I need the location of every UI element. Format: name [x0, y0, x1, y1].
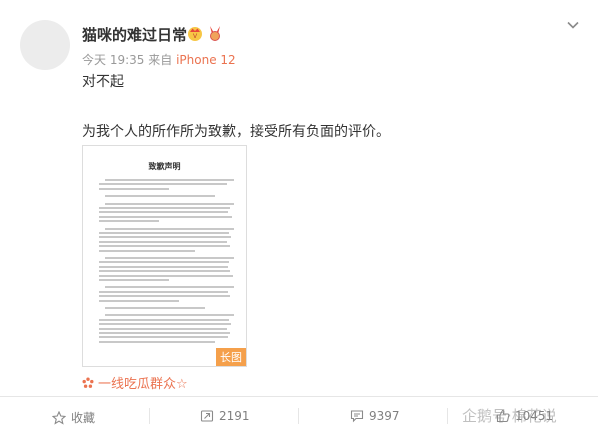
comment-count: 9397 [369, 409, 400, 423]
chevron-down-icon[interactable] [566, 18, 580, 32]
doc-text-line [99, 232, 229, 234]
doc-text-line [99, 336, 228, 339]
doc-text-line [105, 286, 234, 289]
post-image-thumbnail[interactable]: 致歉声明 长图 [82, 145, 247, 367]
doc-text-line [99, 245, 230, 248]
doc-text-line [99, 340, 215, 343]
post-source[interactable]: iPhone 12 [176, 53, 236, 67]
repost-button[interactable]: 2191 [200, 409, 250, 423]
repost-icon [200, 410, 214, 422]
doc-text-line [99, 240, 227, 243]
doc-text-line [99, 279, 169, 281]
action-separator [298, 408, 299, 424]
doc-text-line [99, 332, 230, 334]
doc-text-line [99, 265, 228, 268]
doc-text-line [99, 327, 227, 330]
doc-text-line [99, 290, 228, 293]
favorite-label: 收藏 [71, 411, 96, 425]
repost-count: 2191 [219, 409, 250, 423]
comment-button[interactable]: 9397 [350, 409, 400, 423]
comment-icon [350, 410, 364, 423]
doc-text-line [99, 236, 231, 239]
doc-text-line [99, 323, 231, 326]
favorite-button[interactable]: 收藏 [51, 409, 96, 426]
doc-text-line [99, 187, 169, 190]
medal-icon[interactable] [206, 24, 224, 42]
vip-crown-icon[interactable]: V [186, 24, 204, 42]
watermark: 企鹅号·棉花说 [462, 407, 557, 425]
username[interactable]: 猫咪的难过日常 [82, 24, 187, 45]
doc-text-line [99, 215, 232, 218]
post-text-line2: 为我个人的所作所为致歉，接受所有负面的评价。 [82, 124, 390, 140]
super-topic-icon [82, 377, 94, 388]
post-text-line1: 对不起 [82, 74, 124, 90]
doc-text-line [99, 220, 159, 223]
post-time[interactable]: 今天 19:35 [82, 53, 144, 67]
doc-text-line [105, 179, 234, 181]
star-icon [51, 410, 67, 425]
doc-text-line [99, 211, 228, 214]
doc-text-line [99, 207, 230, 209]
doc-text-line [99, 318, 229, 321]
topic-label: 一线吃瓜群众☆ [98, 377, 188, 392]
action-bar-divider [0, 396, 598, 397]
doc-text-line [105, 202, 234, 205]
doc-text-line [105, 307, 205, 309]
doc-text-line [105, 257, 234, 259]
doc-text-line [105, 314, 234, 317]
doc-text-line [99, 295, 230, 298]
doc-text-line [105, 195, 215, 198]
source-prefix: 来自 [148, 53, 173, 67]
doc-text-line [99, 249, 195, 252]
action-separator [149, 408, 150, 424]
doc-text-line [99, 299, 179, 302]
doc-text-line [99, 274, 233, 277]
avatar[interactable] [20, 20, 70, 70]
doc-text-line [99, 270, 230, 273]
long-image-tag: 长图 [216, 348, 246, 366]
weibo-post-card: 猫咪的难过日常 V 今天 19:35 来自 iPhone 12 对不起 为我个人… [0, 0, 598, 436]
doc-text-line [99, 183, 227, 186]
doc-title: 致歉声明 [148, 161, 181, 171]
action-separator [447, 408, 448, 424]
post-meta: 今天 19:35 来自 iPhone 12 [82, 51, 236, 68]
doc-text-line [105, 227, 234, 230]
doc-text-line [99, 261, 229, 264]
super-topic-link[interactable]: 一线吃瓜群众☆ [82, 373, 188, 392]
